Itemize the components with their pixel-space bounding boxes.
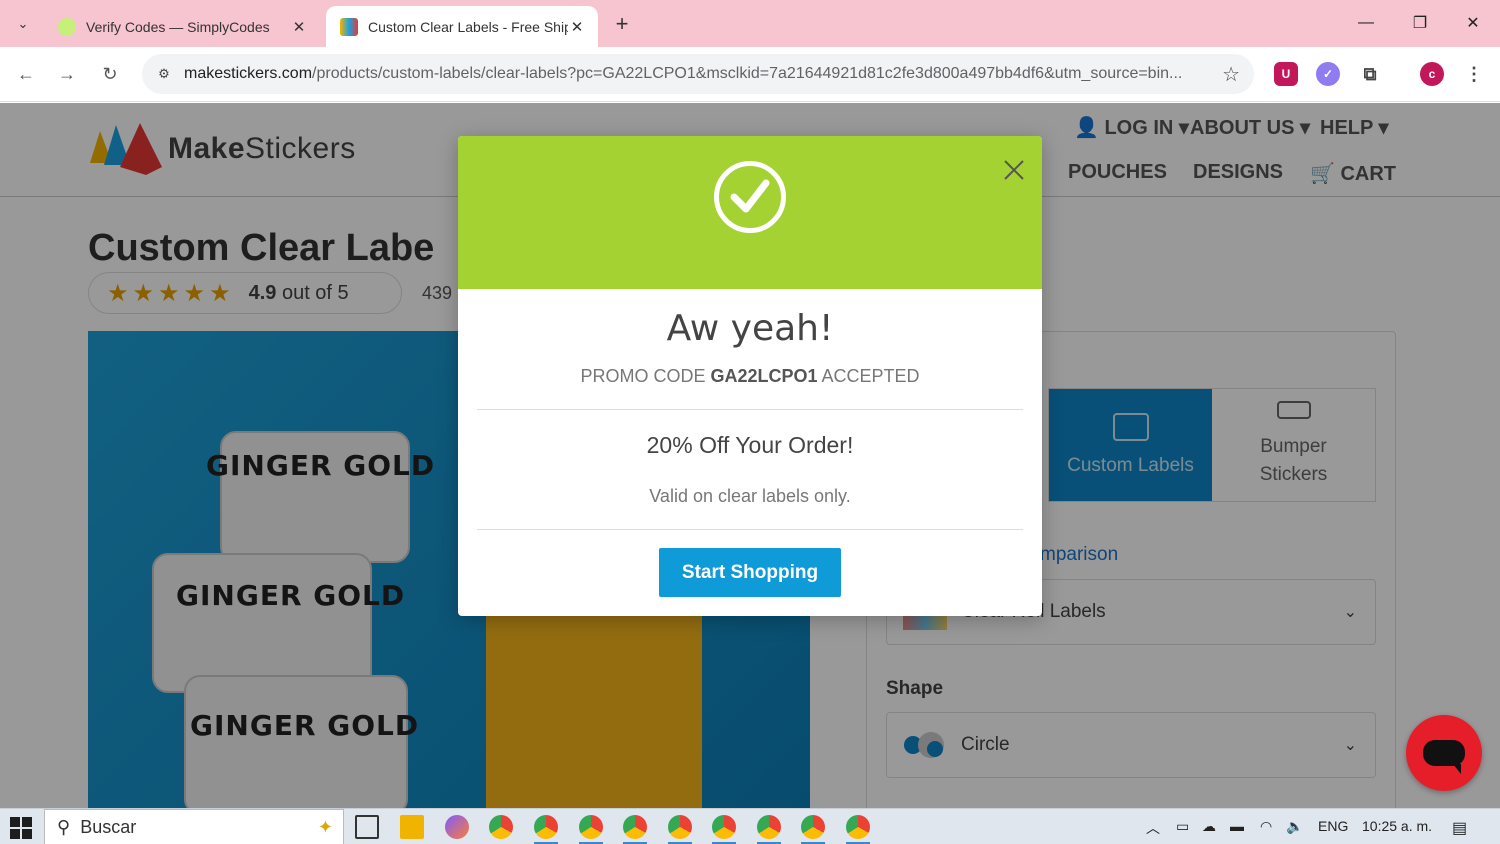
copilot-icon[interactable] xyxy=(445,815,469,839)
back-button[interactable]: ← xyxy=(11,59,41,89)
search-icon: ⚲ xyxy=(57,816,71,837)
close-tab-icon[interactable]: ✕ xyxy=(290,18,308,36)
modal-title: Aw yeah! xyxy=(666,308,834,349)
makestickers-favicon xyxy=(340,17,358,36)
chrome-icon[interactable] xyxy=(846,815,870,839)
browser-menu-icon[interactable]: ⋮ xyxy=(1462,62,1486,86)
validity-text: Valid on clear labels only. xyxy=(649,486,851,506)
chat-icon xyxy=(1423,740,1465,774)
tab-search-button[interactable]: ⌄ xyxy=(8,9,38,39)
checkmark-icon xyxy=(714,161,786,233)
browser-tab-bar: ⌄ Verify Codes — SimplyCodes ✕ Custom Cl… xyxy=(0,0,1500,47)
promo-modal: Aw yeah! PROMO CODE GA22LCPO1 ACCEPTED 2… xyxy=(458,136,1042,616)
file-explorer-icon[interactable] xyxy=(400,815,424,839)
divider xyxy=(477,409,1023,410)
chrome-icon[interactable] xyxy=(801,815,825,839)
extensions-puzzle-icon[interactable]: ⧉ xyxy=(1358,62,1382,86)
tab-title: Custom Clear Labels - Free Shipping xyxy=(368,18,568,35)
battery-icon[interactable]: ▬ xyxy=(1230,818,1244,834)
search-placeholder: Buscar xyxy=(80,816,137,837)
tab-title: Verify Codes — SimplyCodes xyxy=(86,18,270,35)
promo-code: GA22LCPO1 xyxy=(710,366,818,386)
meet-now-icon[interactable]: ▭ xyxy=(1176,818,1189,835)
profile-avatar[interactable]: c xyxy=(1420,62,1444,86)
copilot-sparkle-icon: ✦ xyxy=(317,816,333,837)
close-tab-icon[interactable]: ✕ xyxy=(568,18,586,36)
taskbar-search[interactable]: ⚲ Buscar ✦ xyxy=(44,809,344,844)
close-icon[interactable] xyxy=(998,154,1030,186)
show-hidden-icons[interactable]: ︿ xyxy=(1146,818,1160,838)
ublock-extension-icon[interactable]: U xyxy=(1274,62,1298,86)
windows-start-icon[interactable] xyxy=(10,817,32,839)
chrome-icon[interactable] xyxy=(668,815,692,839)
chrome-icon[interactable] xyxy=(712,815,736,839)
chrome-icon[interactable] xyxy=(579,815,603,839)
minimize-button[interactable]: — xyxy=(1346,8,1386,38)
start-shopping-button[interactable]: Start Shopping xyxy=(659,548,841,597)
site-info-icon[interactable]: ⚙ xyxy=(152,62,176,86)
close-window-button[interactable]: ✕ xyxy=(1453,8,1493,38)
restore-button[interactable]: ❐ xyxy=(1400,8,1440,38)
browser-toolbar: ← → ↻ ⚙ makestickers.com/products/custom… xyxy=(0,47,1500,102)
volume-icon[interactable]: 🔈 xyxy=(1286,818,1303,835)
new-tab-button[interactable]: + xyxy=(608,10,636,38)
chrome-icon[interactable] xyxy=(623,815,647,839)
bookmark-star-icon[interactable]: ☆ xyxy=(1222,62,1240,87)
clock[interactable]: 10:25 a. m. xyxy=(1362,818,1432,834)
wifi-icon[interactable]: ◠ xyxy=(1260,818,1272,835)
modal-header xyxy=(458,136,1042,289)
tab-custom-clear-labels[interactable]: Custom Clear Labels - Free Shipping ✕ xyxy=(326,6,598,47)
forward-button[interactable]: → xyxy=(52,59,82,89)
chrome-icon[interactable] xyxy=(489,815,513,839)
reload-button[interactable]: ↻ xyxy=(95,59,125,89)
chrome-icon[interactable] xyxy=(534,815,558,839)
extension-icon[interactable]: ✓ xyxy=(1316,62,1340,86)
divider xyxy=(477,529,1023,530)
tab-verify-codes[interactable]: Verify Codes — SimplyCodes ✕ xyxy=(44,6,320,47)
onedrive-icon[interactable]: ☁ xyxy=(1202,818,1216,835)
url-domain: makestickers.com xyxy=(184,65,313,82)
address-bar[interactable]: ⚙ makestickers.com/products/custom-label… xyxy=(142,54,1254,94)
chrome-icon[interactable] xyxy=(757,815,781,839)
language-indicator[interactable]: ENG xyxy=(1318,818,1348,834)
url-text[interactable]: makestickers.com/products/custom-labels/… xyxy=(184,65,1214,83)
task-view-icon[interactable] xyxy=(355,815,379,839)
windows-taskbar: ⚲ Buscar ✦ ︿ ▭ ☁ ▬ ◠ 🔈 ENG 10:25 a. m. ▤ xyxy=(0,808,1500,844)
offer-text: 20% Off Your Order! xyxy=(646,432,854,458)
promo-accepted-text: PROMO CODE GA22LCPO1 ACCEPTED xyxy=(580,366,920,386)
url-path: /products/custom-labels/clear-labels?pc=… xyxy=(312,65,1183,82)
simplycodes-favicon xyxy=(58,17,76,36)
notifications-icon[interactable]: ▤ xyxy=(1452,818,1467,838)
chat-button[interactable] xyxy=(1406,715,1482,791)
